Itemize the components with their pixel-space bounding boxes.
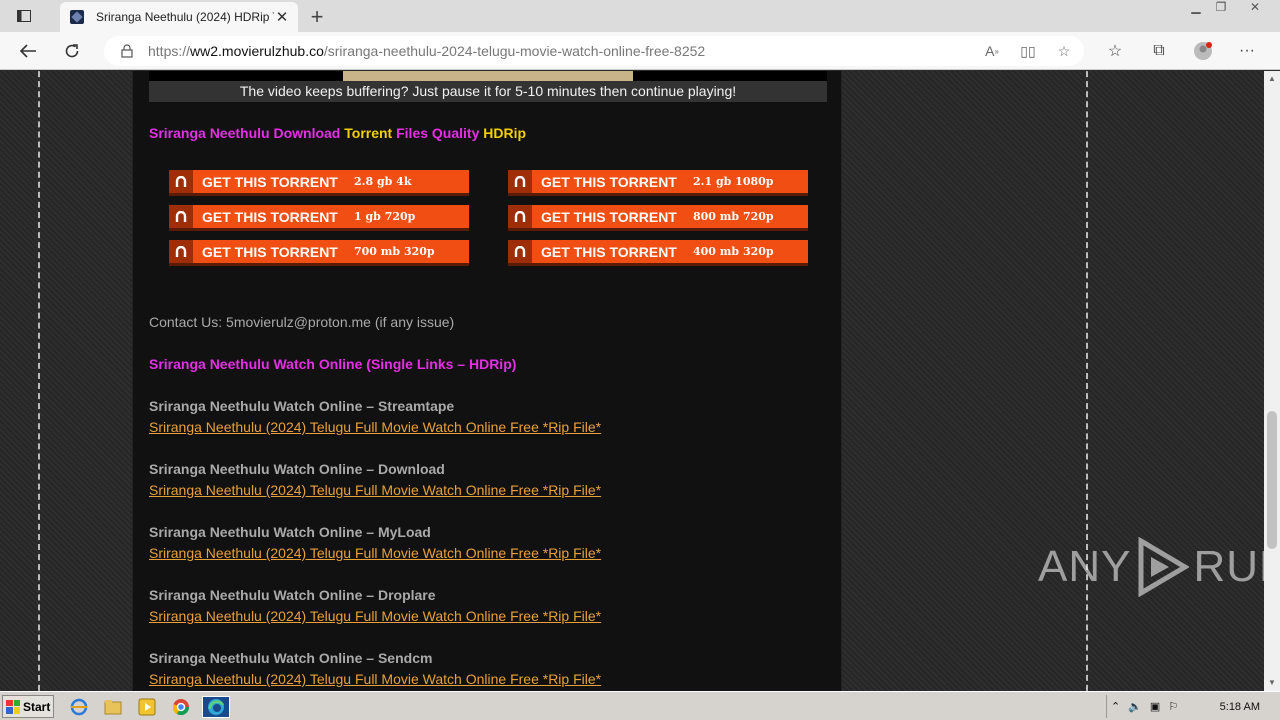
- window-close-icon[interactable]: ✕: [1242, 0, 1268, 18]
- immersive-reader-icon[interactable]: ▯▯: [1018, 41, 1038, 61]
- torrent-button[interactable]: GET THIS TORRENT 400 mb 320p: [508, 240, 808, 266]
- system-tray: ⌃ 🔈 ▣ ⚐ 5:18 AM: [1106, 695, 1278, 718]
- favorites-icon[interactable]: ☆: [1104, 40, 1126, 62]
- tab-bar: Sriranga Neethulu (2024) HDRip T ✕ + ▁ ❐…: [0, 0, 1280, 32]
- play-logo-icon: [1138, 537, 1190, 597]
- clock[interactable]: 5:18 AM: [1220, 701, 1260, 713]
- read-aloud-icon[interactable]: A»: [982, 41, 1002, 61]
- video-player[interactable]: [149, 71, 827, 81]
- watch-online-heading: Sriranga Neethulu Watch Online (Single L…: [149, 356, 517, 372]
- magnet-icon: [508, 170, 532, 193]
- buffer-notice: The video keeps buffering? Just pause it…: [149, 81, 827, 102]
- site-favicon-icon: [70, 10, 84, 24]
- lock-icon[interactable]: [120, 44, 134, 58]
- collections-icon[interactable]: ⧉: [1148, 40, 1170, 62]
- source-title: Sriranga Neethulu Watch Online – Streamt…: [149, 398, 455, 414]
- new-tab-button[interactable]: +: [306, 4, 328, 30]
- source-title: Sriranga Neethulu Watch Online – MyLoad: [149, 524, 431, 540]
- action-center-flag-icon[interactable]: ⚐: [1168, 700, 1178, 713]
- source-title: Sriranga Neethulu Watch Online – Sendcm: [149, 650, 433, 666]
- magnet-icon: [169, 240, 193, 263]
- scrollbar-thumb[interactable]: [1267, 411, 1277, 549]
- tab-close-icon[interactable]: ✕: [274, 8, 290, 26]
- source-title: Sriranga Neethulu Watch Online – Downloa…: [149, 461, 445, 477]
- source-title: Sriranga Neethulu Watch Online – Droplar…: [149, 587, 436, 603]
- watch-online-link[interactable]: Sriranga Neethulu (2024) Telugu Full Mov…: [149, 608, 601, 624]
- profile-avatar-icon[interactable]: [1192, 40, 1214, 62]
- torrent-button[interactable]: GET THIS TORRENT 700 mb 320p: [169, 240, 469, 266]
- torrent-button[interactable]: GET THIS TORRENT 1 gb 720p: [169, 205, 469, 231]
- torrent-button[interactable]: GET THIS TORRENT 2.1 gb 1080p: [508, 170, 808, 196]
- edge-icon[interactable]: [202, 696, 230, 718]
- watch-online-link[interactable]: Sriranga Neethulu (2024) Telugu Full Mov…: [149, 545, 601, 561]
- maximize-icon[interactable]: ❐: [1208, 0, 1234, 18]
- media-player-icon[interactable]: [136, 696, 158, 718]
- contact-text: Contact Us: 5movierulz@proton.me (if any…: [149, 314, 455, 330]
- watch-online-link[interactable]: Sriranga Neethulu (2024) Telugu Full Mov…: [149, 419, 601, 435]
- page-viewport: The video keeps buffering? Just pause it…: [0, 71, 1264, 691]
- scroll-down-icon[interactable]: ▼: [1264, 675, 1280, 691]
- ie-icon[interactable]: [68, 696, 90, 718]
- magnet-icon: [508, 205, 532, 228]
- torrent-button[interactable]: GET THIS TORRENT 2.8 gb 4k: [169, 170, 469, 196]
- more-menu-icon[interactable]: ···: [1236, 40, 1258, 62]
- watch-online-link[interactable]: Sriranga Neethulu (2024) Telugu Full Mov…: [149, 482, 601, 498]
- taskbar: Start ⌃ 🔈 ▣ ⚐ 5:18 AM: [0, 691, 1280, 720]
- magnet-icon: [508, 240, 532, 263]
- anyrun-watermark: ANY RUN: [1038, 537, 1280, 597]
- scroll-up-icon[interactable]: ▲: [1264, 71, 1280, 87]
- back-icon[interactable]: [17, 40, 39, 62]
- minimize-icon[interactable]: ▁: [1183, 0, 1209, 18]
- torrent-button[interactable]: GET THIS TORRENT 800 mb 720p: [508, 205, 808, 231]
- vertical-scrollbar[interactable]: ▲ ▼: [1264, 71, 1280, 691]
- browser-tab[interactable]: Sriranga Neethulu (2024) HDRip T ✕: [60, 2, 298, 32]
- refresh-icon[interactable]: [61, 40, 83, 62]
- windows-logo-icon: [6, 699, 20, 714]
- url-text[interactable]: https://ww2.movierulzhub.co/sriranga-nee…: [148, 43, 705, 59]
- download-heading: Sriranga Neethulu Download Torrent Files…: [149, 125, 527, 141]
- chrome-icon[interactable]: [170, 696, 192, 718]
- main-content: The video keeps buffering? Just pause it…: [132, 71, 842, 691]
- tab-actions-icon[interactable]: [14, 7, 34, 25]
- start-button[interactable]: Start: [2, 695, 54, 718]
- magnet-icon: [169, 170, 193, 193]
- browser-toolbar: https://ww2.movierulzhub.co/sriranga-nee…: [0, 32, 1280, 70]
- favorite-add-icon[interactable]: ☆: [1054, 41, 1074, 61]
- file-explorer-icon[interactable]: [102, 696, 124, 718]
- tray-expand-icon[interactable]: ⌃: [1111, 700, 1120, 713]
- volume-icon[interactable]: 🔈: [1128, 700, 1142, 713]
- tab-title: Sriranga Neethulu (2024) HDRip T: [96, 10, 274, 24]
- network-icon[interactable]: ▣: [1150, 700, 1160, 713]
- watch-online-link[interactable]: Sriranga Neethulu (2024) Telugu Full Mov…: [149, 671, 601, 687]
- address-bar[interactable]: https://ww2.movierulzhub.co/sriranga-nee…: [104, 36, 1084, 66]
- magnet-icon: [169, 205, 193, 228]
